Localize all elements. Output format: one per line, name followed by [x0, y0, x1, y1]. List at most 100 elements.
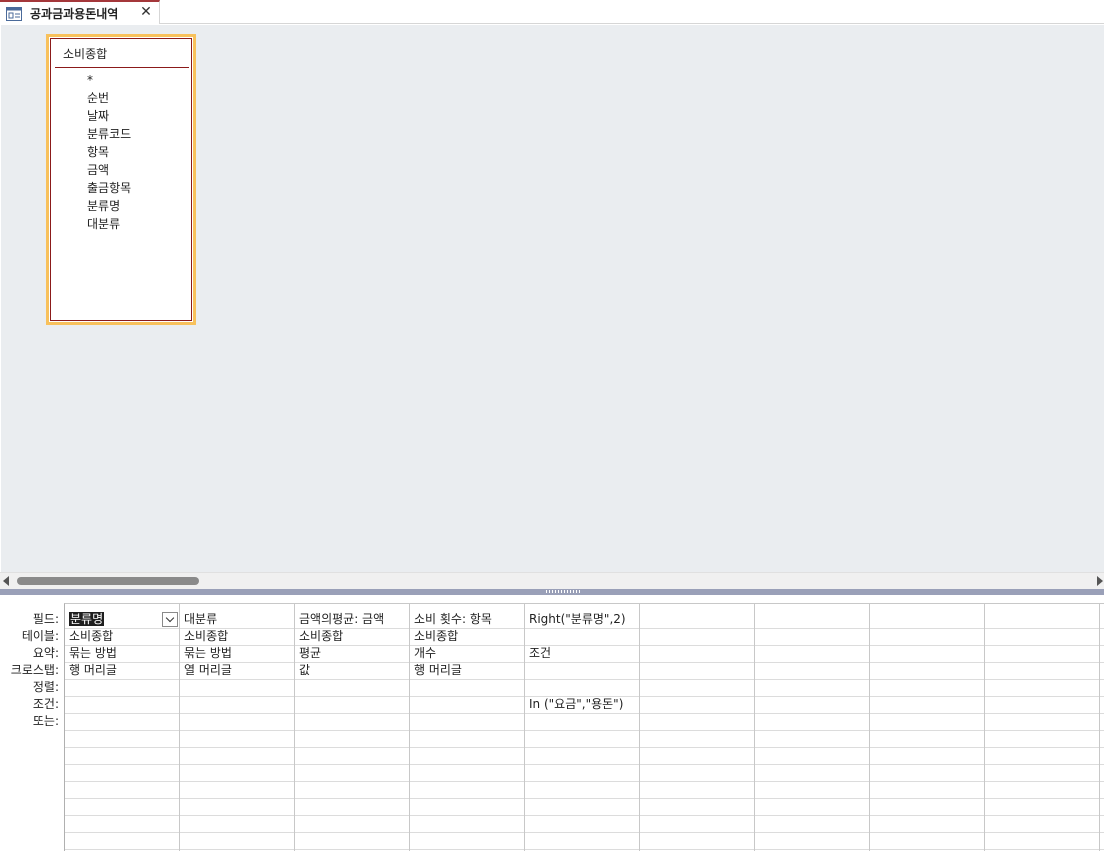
grid-cell-sort[interactable]: [529, 679, 637, 696]
field-list-item[interactable]: 항목: [87, 143, 131, 161]
grid-cell-or[interactable]: [414, 713, 522, 730]
grid-cell-total[interactable]: [644, 645, 752, 662]
table-row-label: 테이블:: [21, 629, 59, 643]
grid-cell-sort[interactable]: [299, 679, 407, 696]
grid-cell-sort[interactable]: [69, 679, 177, 696]
grid-cell-field[interactable]: [759, 611, 867, 628]
grid-cell-field[interactable]: [644, 611, 752, 628]
field-list-item-all[interactable]: *: [87, 71, 131, 89]
horizontal-scrollbar[interactable]: [0, 572, 1104, 589]
grid-cell-or[interactable]: [529, 713, 637, 730]
chevron-down-icon[interactable]: [162, 612, 178, 627]
grid-cell-criteria[interactable]: [414, 696, 522, 713]
grid-cell-total[interactable]: 개수: [414, 645, 522, 662]
criteria-row-label: 조건:: [32, 697, 59, 711]
grid-cell-table[interactable]: [644, 628, 752, 645]
grid-cell-criteria[interactable]: [989, 696, 1097, 713]
grid-cell-criteria[interactable]: [874, 696, 982, 713]
grid-cell-table[interactable]: 소비종합: [299, 628, 407, 645]
grid-cell-field[interactable]: [874, 611, 982, 628]
grid-row-labels: 필드: 테이블: 요약: 크로스탭: 정렬: 조건: 또는:: [0, 595, 64, 851]
grid-cell-crosstab[interactable]: 열 머리글: [184, 662, 292, 679]
field-list-item[interactable]: 분류코드: [87, 125, 131, 143]
field-list-item[interactable]: 분류명: [87, 197, 131, 215]
scroll-left-arrow-icon[interactable]: [3, 576, 9, 586]
splitter-grip-icon[interactable]: [546, 590, 582, 593]
grid-cell-sort[interactable]: [759, 679, 867, 696]
query-design-grid-pane: 필드: 테이블: 요약: 크로스탭: 정렬: 조건: 또는: 분류명 소비종합 묶는 방법 행 머…: [0, 595, 1104, 851]
field-list-items: * 순번 날짜 분류코드 항목 금액 출금항목 분류명 대분류: [87, 71, 131, 233]
grid-cell-sort[interactable]: [414, 679, 522, 696]
or-row-label: 또는:: [32, 714, 59, 728]
grid-cell-field[interactable]: 분류명: [69, 611, 177, 628]
field-list-frame: 소비종합 * 순번 날짜 분류코드 항목 금액 출금항목 분류명 대분류: [50, 38, 192, 321]
grid-cell-crosstab[interactable]: [529, 662, 637, 679]
grid-cell-sort[interactable]: [644, 679, 752, 696]
scrollbar-thumb[interactable]: [17, 577, 199, 585]
grid-cell-total[interactable]: 묶는 방법: [69, 645, 177, 662]
grid-cell-field[interactable]: 금액의평균: 금액: [299, 611, 407, 628]
grid-cell-or[interactable]: [69, 713, 177, 730]
grid-cell-criteria[interactable]: [184, 696, 292, 713]
close-icon[interactable]: ✕: [138, 4, 154, 20]
field-list-window[interactable]: 소비종합 * 순번 날짜 분류코드 항목 금액 출금항목 분류명 대분류: [46, 34, 196, 325]
grid-cell-field[interactable]: Right("분류명",2): [529, 611, 637, 628]
selected-field-text[interactable]: 분류명: [69, 612, 105, 626]
grid-cell-table[interactable]: [529, 628, 637, 645]
field-list-title[interactable]: 소비종합: [63, 45, 107, 62]
grid-cell-total[interactable]: [874, 645, 982, 662]
field-list-item[interactable]: 출금항목: [87, 179, 131, 197]
grid-cell-table[interactable]: [874, 628, 982, 645]
field-list-divider: [55, 67, 189, 68]
document-tab-query[interactable]: 공과금과용돈내역 ✕: [0, 0, 160, 24]
grid-cell-or[interactable]: [989, 713, 1097, 730]
grid-cell-criteria[interactable]: [299, 696, 407, 713]
grid-cell-table[interactable]: 소비종합: [184, 628, 292, 645]
grid-cell-or[interactable]: [874, 713, 982, 730]
sort-row-label: 정렬:: [32, 680, 59, 694]
field-list-item[interactable]: 대분류: [87, 215, 131, 233]
field-row-label: 필드:: [32, 612, 59, 626]
grid-cell-sort[interactable]: [874, 679, 982, 696]
grid-cell-table[interactable]: [759, 628, 867, 645]
total-row-label: 요약:: [32, 646, 59, 660]
grid-cell-crosstab[interactable]: [874, 662, 982, 679]
grid-cell-criteria[interactable]: [69, 696, 177, 713]
grid-cell-or[interactable]: [644, 713, 752, 730]
grid-cell-criteria[interactable]: In ("요금","용돈"): [529, 696, 637, 713]
grid-cell-or[interactable]: [759, 713, 867, 730]
grid-cell-or[interactable]: [299, 713, 407, 730]
grid-cell-field[interactable]: 대분류: [184, 611, 292, 628]
grid-cell-total[interactable]: 평균: [299, 645, 407, 662]
document-tab-strip: 공과금과용돈내역 ✕: [0, 0, 1104, 24]
crosstab-row-label: 크로스탭:: [10, 663, 59, 677]
grid-cell-criteria[interactable]: [644, 696, 752, 713]
chevron-glyph: [165, 613, 175, 623]
field-list-item[interactable]: 금액: [87, 161, 131, 179]
query-design-grid[interactable]: 분류명 소비종합 묶는 방법 행 머리글 대분류 소비종합 묶는 방법 열 머리글 금액의평균:…: [64, 603, 1104, 851]
grid-cell-crosstab[interactable]: 값: [299, 662, 407, 679]
grid-cell-criteria[interactable]: [759, 696, 867, 713]
grid-cell-crosstab[interactable]: 행 머리글: [414, 662, 522, 679]
field-list-item[interactable]: 순번: [87, 89, 131, 107]
grid-cell-table[interactable]: 소비종합: [414, 628, 522, 645]
grid-cell-field[interactable]: 소비 횟수: 항목: [414, 611, 522, 628]
table-design-pane[interactable]: 소비종합 * 순번 날짜 분류코드 항목 금액 출금항목 분류명 대분류: [1, 25, 1104, 572]
grid-cell-or[interactable]: [184, 713, 292, 730]
grid-cell-crosstab[interactable]: 행 머리글: [69, 662, 177, 679]
grid-cell-table[interactable]: [989, 628, 1097, 645]
grid-cell-field[interactable]: [989, 611, 1097, 628]
grid-cell-total[interactable]: 묶는 방법: [184, 645, 292, 662]
grid-cell-sort[interactable]: [989, 679, 1097, 696]
grid-cell-total[interactable]: [759, 645, 867, 662]
tab-title: 공과금과용돈내역: [30, 7, 119, 21]
scroll-right-arrow-icon[interactable]: [1097, 576, 1103, 586]
field-list-item[interactable]: 날짜: [87, 107, 131, 125]
grid-cell-total[interactable]: 조건: [529, 645, 637, 662]
grid-cell-crosstab[interactable]: [644, 662, 752, 679]
grid-cell-sort[interactable]: [184, 679, 292, 696]
grid-cell-table[interactable]: 소비종합: [69, 628, 177, 645]
grid-cell-crosstab[interactable]: [759, 662, 867, 679]
grid-cell-total[interactable]: [989, 645, 1097, 662]
grid-cell-crosstab[interactable]: [989, 662, 1097, 679]
